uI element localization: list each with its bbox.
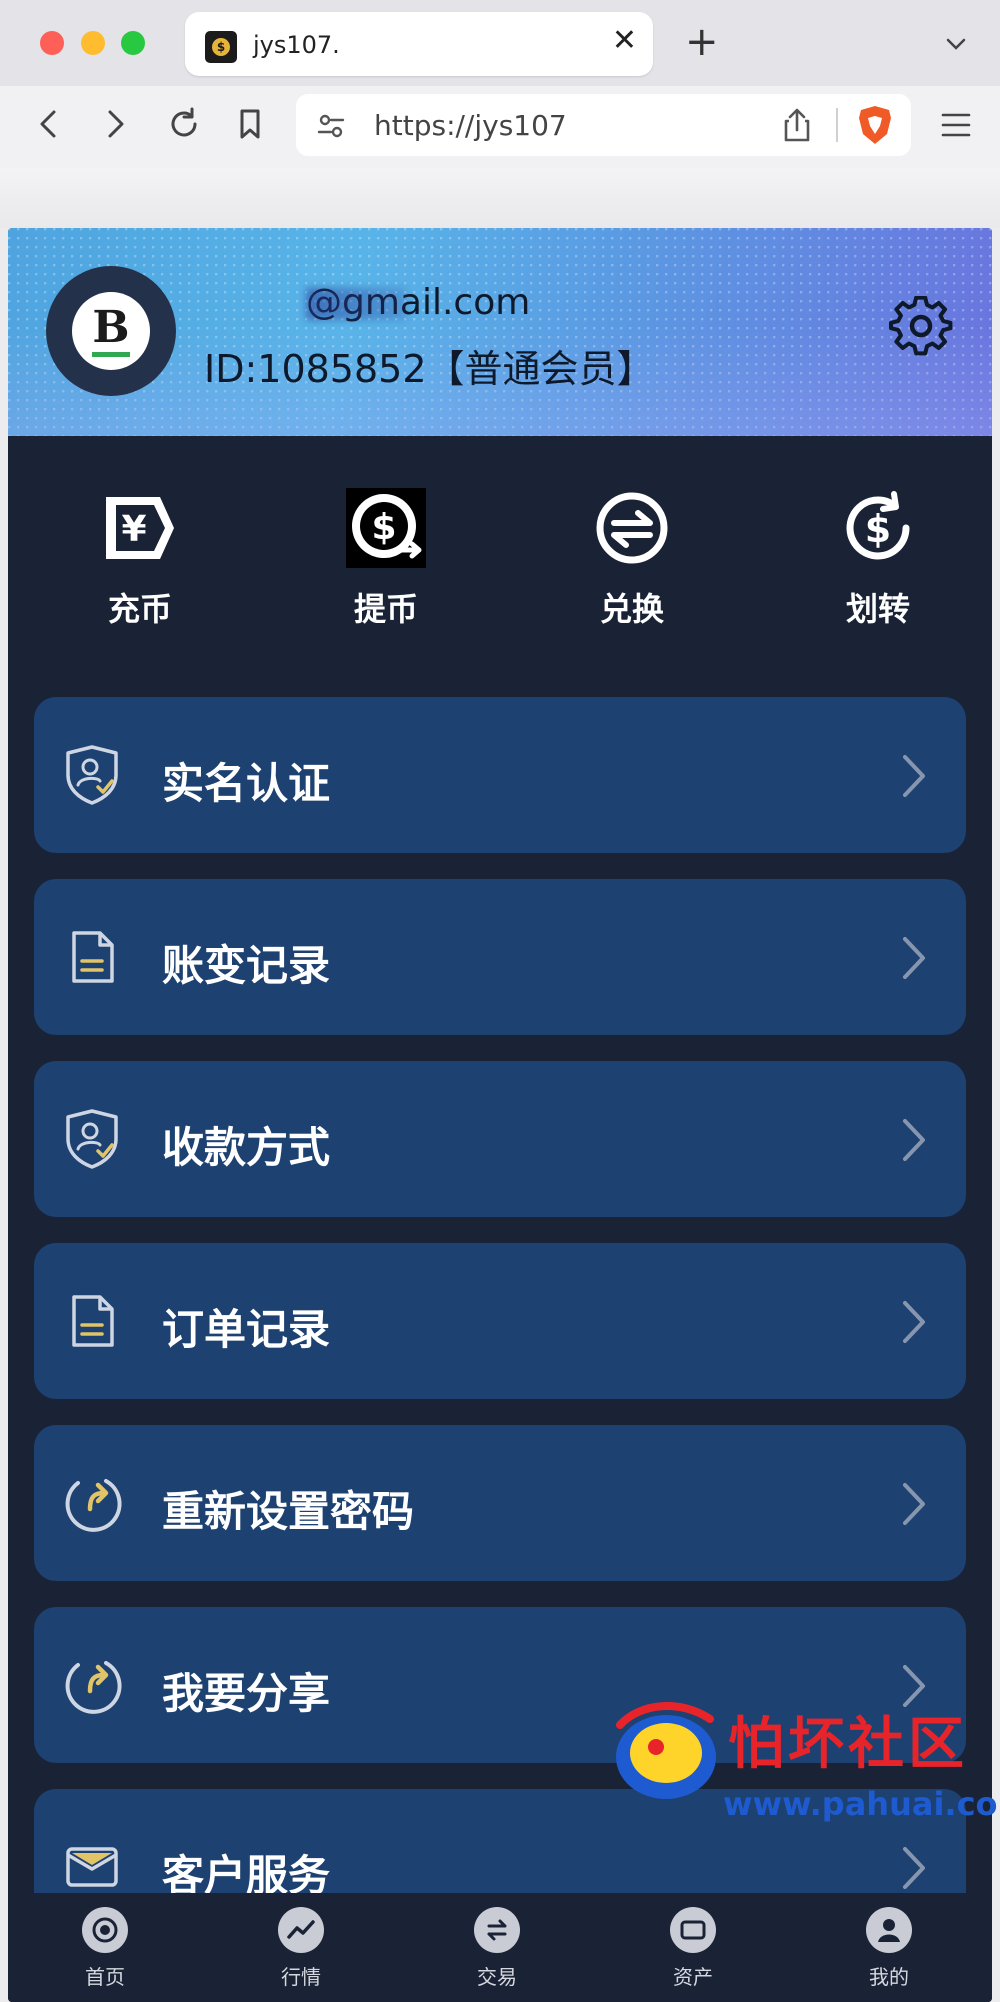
watermark-url: www.pahuai.com (723, 1785, 1000, 1823)
withdraw-icon: $ (346, 488, 426, 568)
chart-icon (278, 1907, 324, 1953)
menu-label: 我要分享 (162, 1669, 331, 1718)
menu-label: 实名认证 (162, 759, 331, 808)
forward-icon[interactable] (100, 104, 130, 144)
exchange-action[interactable]: 兑换 (552, 488, 712, 630)
gear-icon[interactable] (888, 296, 954, 362)
menu-item-verification[interactable]: 实名认证 (34, 697, 966, 853)
browser-tab[interactable]: $ jys107. ✕ (185, 12, 653, 76)
chevron-right-icon (903, 1119, 925, 1161)
shield-user-icon (66, 1109, 118, 1169)
site-favicon-icon: $ (205, 31, 237, 63)
svg-text:$: $ (371, 507, 396, 548)
watermark-text: 怕坏社区 (728, 1712, 968, 1777)
site-settings-icon[interactable] (316, 111, 346, 141)
transfer-action[interactable]: $ 划转 (798, 488, 958, 630)
minimize-window-button[interactable] (81, 31, 105, 55)
envelope-icon (66, 1847, 118, 1887)
svg-text:$: $ (865, 507, 891, 551)
nav-label: 行情 (281, 1965, 321, 1989)
close-window-button[interactable] (40, 31, 64, 55)
refresh-arrow-icon (65, 1479, 122, 1532)
menu-item-payment-methods[interactable]: 收款方式 (34, 1061, 966, 1217)
transfer-icon: $ (838, 488, 918, 568)
address-bar-divider (836, 108, 838, 142)
reload-icon[interactable] (164, 104, 204, 144)
deposit-label: 充币 (107, 590, 172, 628)
chevron-right-icon (903, 1301, 925, 1343)
document-icon (72, 931, 114, 983)
avatar[interactable]: B (46, 266, 176, 396)
watermark-logo (616, 1702, 716, 1799)
transfer-label: 划转 (845, 590, 910, 628)
profile-header: B @gmail.com ID:1085852【普通会员】 (8, 228, 992, 436)
zoom-window-button[interactable] (121, 31, 145, 55)
deposit-action[interactable]: ¥ 充币 (60, 488, 220, 630)
deposit-icon: ¥ (100, 488, 180, 568)
chevron-right-icon (903, 755, 925, 797)
back-icon[interactable] (34, 104, 64, 144)
menu-label: 重新设置密码 (162, 1487, 415, 1536)
nav-label: 交易 (477, 1965, 517, 1989)
address-bar[interactable]: https://jys107 (296, 94, 911, 156)
browser-tab-bar: $ jys107. ✕ + (0, 0, 1000, 86)
refresh-arrow-icon (65, 1661, 122, 1714)
bookmark-icon[interactable] (234, 104, 266, 144)
brave-shield-icon[interactable] (856, 104, 894, 146)
quick-actions: ¥ 充币 $ 提币 兑换 $ 划转 (8, 488, 992, 628)
menu-label: 订单记录 (162, 1305, 331, 1354)
menu-item-order-history[interactable]: 订单记录 (34, 1243, 966, 1399)
nav-label: 首页 (85, 1965, 125, 1989)
page-top-strip (0, 168, 1000, 228)
withdraw-label: 提币 (353, 590, 418, 628)
user-id-label: ID:1085852【普通会员】 (204, 347, 655, 391)
email-redaction (306, 288, 406, 320)
new-tab-button[interactable]: + (685, 22, 719, 62)
document-icon (72, 1295, 114, 1347)
chevron-right-icon (903, 937, 925, 979)
trade-icon (474, 1907, 520, 1953)
browser-menu-icon[interactable] (940, 110, 972, 140)
tab-list-chevron-icon[interactable] (944, 32, 968, 56)
tab-title: jys107. (253, 31, 340, 59)
menu-item-balance-history[interactable]: 账变记录 (34, 879, 966, 1035)
exchange-label: 兑换 (599, 590, 664, 628)
svg-text:¥: ¥ (121, 509, 146, 550)
menu-label: 账变记录 (162, 941, 331, 990)
exchange-icon (592, 488, 672, 568)
site-watermark: 怕坏社区 www.pahuai.com (610, 1665, 1000, 2002)
brand-logo: B (72, 292, 150, 370)
home-icon (82, 1907, 128, 1953)
menu-label: 收款方式 (162, 1123, 331, 1172)
withdraw-action[interactable]: $ 提币 (306, 488, 466, 630)
share-icon[interactable] (780, 106, 814, 144)
menu-item-reset-password[interactable]: 重新设置密码 (34, 1425, 966, 1581)
nav-market[interactable]: 行情 (246, 1907, 356, 1990)
nav-home[interactable]: 首页 (50, 1907, 160, 1990)
nav-trade[interactable]: 交易 (442, 1907, 552, 1990)
shield-user-icon (66, 745, 118, 805)
chevron-right-icon (903, 1483, 925, 1525)
url-text[interactable]: https://jys107 (374, 109, 567, 142)
tab-close-icon[interactable]: ✕ (612, 26, 637, 56)
